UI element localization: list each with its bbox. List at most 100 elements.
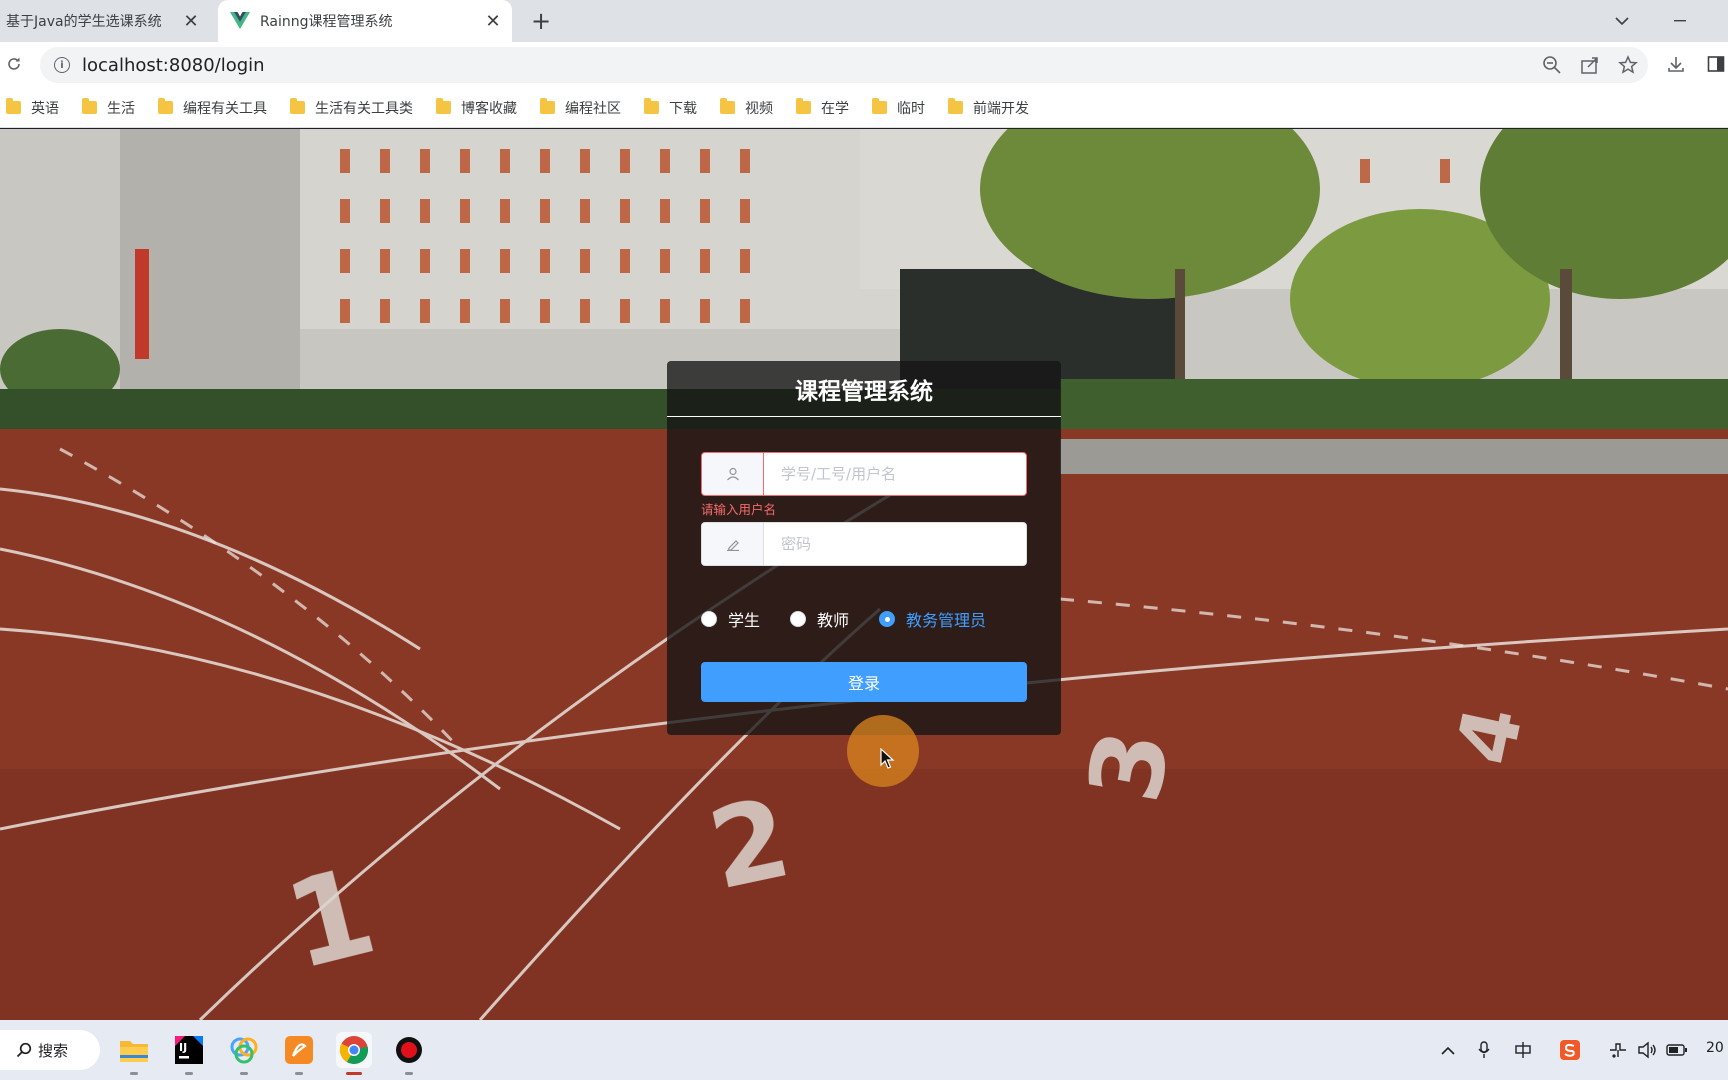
edit-pen-icon [702,523,764,565]
network-icon[interactable] [1606,1038,1630,1062]
folder-icon [158,98,173,114]
taskbar-indicator [240,1072,248,1075]
bookmark-folder[interactable]: 前端开发 [948,94,1029,122]
share-icon[interactable] [1580,55,1600,75]
folder-icon [436,98,451,114]
password-field[interactable] [701,522,1027,566]
clock[interactable]: 20 [1706,1040,1724,1056]
radio-dot[interactable] [879,611,896,627]
microphone-icon[interactable] [1472,1038,1496,1062]
minimize-icon[interactable] [1668,8,1692,34]
password-input[interactable] [764,523,1026,565]
login-button[interactable]: 登录 [701,662,1027,702]
folder-icon [872,98,887,114]
bookmark-folder[interactable]: 博客收藏 [436,94,517,122]
tab-title: Rainng课程管理系统 [260,14,393,30]
folder-icon [720,98,735,114]
tab-course-selection[interactable]: 基于Java的学生选课系统 ✕ [0,0,210,42]
taskbar-indicator [295,1072,303,1075]
side-panel-icon[interactable] [1704,52,1728,76]
radio-dot[interactable] [790,611,807,627]
bookmark-star-icon[interactable] [1618,55,1638,75]
role-label: 学生 [728,611,761,630]
battery-icon[interactable] [1665,1038,1689,1062]
bookmark-label: 英语 [31,100,59,117]
login-page: 1 2 3 4 课程管理系统 请输入用户名 学生 [0,129,1728,1020]
bookmark-label: 编程有关工具 [183,100,267,117]
bookmark-label: 生活 [107,100,135,117]
bookmark-folder[interactable]: 生活有关工具类 [290,94,413,122]
bookmark-label: 临时 [897,100,925,117]
folder-icon [796,98,811,114]
login-title: 课程管理系统 [667,361,1061,417]
role-radio-admin[interactable]: 教务管理员 [879,607,986,631]
bookmark-folder[interactable]: 在学 [796,94,849,122]
role-radio-teacher[interactable]: 教师 [790,607,849,631]
close-icon[interactable]: ✕ [178,8,204,34]
bookmark-folder[interactable]: 英语 [6,94,59,122]
username-input[interactable] [764,453,1026,495]
bookmark-folder[interactable]: 生活 [82,94,135,122]
taskbar-indicator [185,1072,193,1075]
omnibox-actions [1542,47,1638,83]
volume-icon[interactable] [1635,1038,1659,1062]
taskbar-search[interactable]: 搜索 [0,1030,100,1070]
chrome-icon[interactable] [336,1032,372,1068]
download-icon[interactable] [1664,52,1688,76]
taskbar: 搜索 IJ 20 [0,1020,1728,1080]
bookmark-folder[interactable]: 编程社区 [540,94,621,122]
tab-course-management[interactable]: Rainng课程管理系统 ✕ [218,0,512,42]
zoom-out-icon[interactable] [1542,55,1562,75]
search-label: 搜索 [38,1041,69,1060]
mouse-cursor-icon [880,748,895,769]
bookmarks-bar: 英语 生活 编程有关工具 生活有关工具类 博客收藏 编程社区 下载 视频 在学 … [0,88,1728,128]
folder-icon [82,98,97,114]
taskbar-indicator [130,1072,138,1075]
bookmark-label: 编程社区 [565,100,621,117]
folder-icon [948,98,963,114]
tab-title: 基于Java的学生选课系统 [6,14,162,30]
tab-search-chevron-icon[interactable] [1610,8,1634,34]
bookmark-folder[interactable]: 视频 [720,94,773,122]
pdf-app-icon[interactable] [281,1032,317,1068]
bookmark-label: 下载 [669,100,697,117]
folder-icon [644,98,659,114]
bookmark-label: 视频 [745,100,773,117]
intellij-idea-icon[interactable]: IJ [171,1032,207,1068]
url-text[interactable]: localhost:8080/login [82,55,265,76]
bookmark-folder[interactable]: 临时 [872,94,925,122]
search-icon [16,1042,32,1058]
sogou-icon[interactable] [1558,1038,1582,1062]
role-radio-group: 学生 教师 教务管理员 [701,604,1016,634]
input-method-icon[interactable] [1511,1038,1535,1062]
color-app-icon[interactable] [226,1032,262,1068]
recorder-icon[interactable] [391,1032,427,1068]
new-tab-button[interactable]: + [526,6,556,36]
bookmark-label: 生活有关工具类 [315,100,413,117]
close-icon[interactable]: ✕ [480,8,506,34]
chevron-up-icon[interactable] [1436,1038,1460,1062]
bookmark-label: 博客收藏 [461,100,517,117]
reload-icon[interactable] [2,52,26,76]
username-field[interactable] [701,452,1027,496]
radio-dot[interactable] [701,611,717,627]
username-error: 请输入用户名 [701,502,777,517]
bookmark-folder[interactable]: 编程有关工具 [158,94,267,122]
bookmark-folder[interactable]: 下载 [644,94,697,122]
file-explorer-icon[interactable] [116,1032,152,1068]
taskbar-indicator [346,1072,362,1075]
role-label: 教务管理员 [906,611,987,630]
folder-icon [540,98,555,114]
tab-strip: 基于Java的学生选课系统 ✕ Rainng课程管理系统 ✕ + [0,0,1728,42]
bookmark-label: 在学 [821,100,849,117]
address-bar[interactable]: i localhost:8080/login [40,47,1648,83]
login-panel: 课程管理系统 请输入用户名 学生 教师 教务 [667,361,1061,735]
address-toolbar: i localhost:8080/login [0,42,1728,88]
role-label: 教师 [817,611,850,630]
folder-icon [290,98,305,114]
vue-logo-icon [230,12,250,29]
bookmark-label: 前端开发 [973,100,1029,117]
role-radio-student[interactable]: 学生 [701,607,760,631]
site-info-icon[interactable]: i [54,57,70,73]
taskbar-indicator [405,1072,413,1075]
